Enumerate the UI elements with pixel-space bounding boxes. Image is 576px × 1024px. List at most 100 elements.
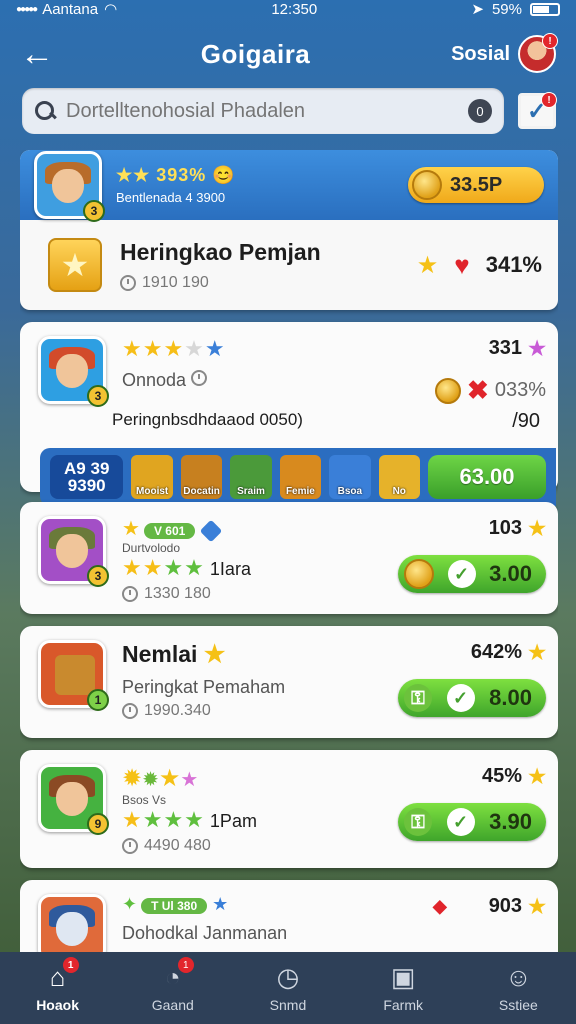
- avatar[interactable]: !: [518, 33, 558, 73]
- check-icon: ✓: [447, 560, 476, 588]
- list-item[interactable]: 9 ✹✹★★ Bsos Vs ★★★★ 1Pam 4490 480 45% ★ ⚿…: [20, 750, 558, 868]
- coin-icon: [404, 559, 434, 589]
- app-header: ← Goigaira Sosial !: [0, 24, 576, 84]
- nav-label: Gaand: [151, 997, 194, 1013]
- top-card[interactable]: 3 ★★ 393% 😊 Bentlenada 4 3900 33.5P ★ He…: [20, 150, 558, 310]
- key-icon: ⚿: [404, 684, 432, 712]
- claim-button[interactable]: ⚿ ✓ 8.00: [398, 679, 546, 717]
- gift-icon: ▣: [390, 961, 416, 992]
- clock-label: 12:350: [271, 0, 318, 18]
- score-label: 642% ★: [470, 641, 546, 664]
- row-meta: 1910 190: [120, 274, 321, 292]
- list-item[interactable]: 1 Nemlai ★ Peringkat Pemaham 1990.340 64…: [20, 626, 558, 738]
- battery-icon: [530, 2, 560, 16]
- claim-button[interactable]: ✓ 3.00: [398, 555, 546, 593]
- row-percent: 341%: [485, 252, 542, 277]
- score-label: ◆ 903 ★: [432, 895, 546, 918]
- row-meta: 4490 480: [122, 837, 382, 855]
- status-left: ●●●●● Aantana ◠: [16, 0, 117, 19]
- rating-stars: ★★★★★: [122, 336, 226, 361]
- strip-label: Peringnbsdhdaaod 0050): [112, 410, 303, 429]
- gem-icon: [199, 519, 223, 543]
- search-input[interactable]: [66, 99, 458, 123]
- card-tag: V 601: [143, 523, 196, 540]
- search-box[interactable]: 0: [22, 88, 504, 134]
- heart-icon[interactable]: ♥: [454, 250, 469, 281]
- top-row-text: Heringkao Pemjan 1910 190: [120, 239, 321, 292]
- buy-button[interactable]: 63.00: [428, 455, 546, 499]
- card-right: 45% ★ ⚿ ✓ 3.90: [398, 764, 546, 855]
- strip-badge: A9 39 9390: [50, 455, 124, 499]
- close-icon[interactable]: ✖: [467, 375, 489, 406]
- item-gold-icon[interactable]: Mooist: [131, 455, 173, 499]
- row-title: Heringkao Pemjan: [120, 238, 321, 265]
- card-text: ★ V 601 Durtvolodo ★★★★ 1Iara 1330 180: [122, 516, 382, 603]
- stars-label: 1Iara: [209, 559, 251, 579]
- level-badge: 9: [87, 813, 109, 835]
- page-title: Goigaira: [200, 38, 311, 69]
- coin-balance[interactable]: 33.5P: [408, 167, 544, 203]
- score-label: 103 ★: [488, 517, 546, 540]
- player-portrait: 3: [38, 336, 109, 407]
- item-coins-icon[interactable]: No: [378, 455, 420, 499]
- level-badge: 3: [87, 385, 109, 407]
- item-dice-icon[interactable]: Bsoa: [329, 455, 371, 499]
- nav-compass[interactable]: ◷ Snmd: [233, 961, 343, 1014]
- item-barrel-icon[interactable]: Femie: [279, 455, 322, 499]
- back-button[interactable]: ←: [20, 35, 60, 74]
- card-subtitle: Onnoda: [122, 370, 419, 391]
- claim-button[interactable]: ⚿ ✓ 3.90: [398, 803, 546, 841]
- info-icon[interactable]: 0: [468, 99, 492, 123]
- card-tag: T Ul 380: [141, 898, 208, 915]
- top-row: ★ Heringkao Pemjan 1910 190 ★ ♥ 341%: [20, 220, 558, 310]
- score-label: 45% ★: [482, 765, 546, 788]
- rating-stars: ★★★★ 1Pam: [122, 807, 257, 832]
- nav-badge: 1: [62, 957, 79, 973]
- social-label: Sosial: [451, 42, 510, 65]
- nav-profile[interactable]: ☺ Sstiee: [463, 962, 573, 1014]
- compass-icon: ◷: [276, 961, 300, 992]
- item-bread-icon[interactable]: Docatin: [180, 455, 223, 499]
- rating-stars: ★★★★ 1Iara: [122, 555, 251, 580]
- nav-label: Farmk: [383, 997, 423, 1013]
- card-inner: 3 ★ V 601 Durtvolodo ★★★★ 1Iara 1330 180 …: [20, 502, 558, 603]
- card-inner: ✦ T Ul 380 ★ Dohodkal Janmanan ◆ 903 ★: [20, 880, 558, 960]
- nav-gift[interactable]: ▣ Farmk: [348, 961, 458, 1014]
- coin-icon: [412, 170, 442, 200]
- clock-icon: [120, 274, 136, 291]
- card-text: Nemlai ★ Peringkat Pemaham 1990.340: [122, 640, 382, 720]
- status-right: ➤ 59%: [471, 0, 560, 18]
- card-inner: 3 ★★★★★ Onnoda 331 ★ ✖ 033%: [20, 322, 558, 407]
- carrier-label: Aantana: [42, 0, 99, 18]
- player-portrait: 3: [38, 516, 109, 587]
- star-badge-icon: ★: [48, 238, 102, 292]
- strip-header: Peringnbsdhdaaod 0050) /90: [20, 406, 558, 433]
- reward-icons: ✹✹★★: [122, 765, 199, 792]
- list-item[interactable]: ✦ T Ul 380 ★ Dohodkal Janmanan ◆ 903 ★: [20, 880, 558, 960]
- top-stars: ★★ 393% 😊: [116, 165, 236, 185]
- card-text: ★★★★★ Onnoda: [122, 336, 419, 406]
- top-band: 3 ★★ 393% 😊 Bentlenada 4 3900 33.5P: [20, 150, 558, 222]
- checklist-icon[interactable]: ✓ !: [518, 92, 557, 129]
- coin-value: 33.5P: [450, 173, 503, 196]
- filter-badge: !: [541, 92, 557, 108]
- clock-icon: [191, 370, 208, 386]
- level-badge: 3: [87, 565, 109, 587]
- claim-value: 3.00: [489, 561, 532, 586]
- item-strip: A9 39 9390 Mooist Docatin Sraim Femie Bs…: [40, 448, 556, 506]
- nav-home[interactable]: ⌂ 1 Hoaok: [3, 957, 113, 1013]
- key-icon: ⚿: [404, 808, 432, 836]
- card-sub: Bsos Vs: [122, 793, 167, 807]
- item-chest-icon[interactable]: Sraim: [230, 455, 272, 499]
- gem-red-icon: ◆: [432, 896, 447, 916]
- score-row: ✖ 033%: [435, 375, 546, 406]
- clock-icon: [122, 838, 138, 854]
- check-icon: ✓: [446, 684, 475, 712]
- search-row: 0 ✓ !: [22, 86, 557, 136]
- card-right: 331 ★ ✖ 033%: [435, 336, 546, 406]
- card-sub: Durtvolodo: [122, 541, 181, 555]
- player-portrait: [38, 894, 106, 960]
- social-button[interactable]: Sosial !: [451, 33, 558, 73]
- nav-chat[interactable]: ◔ 1 Gaand: [118, 957, 228, 1013]
- list-item[interactable]: 3 ★ V 601 Durtvolodo ★★★★ 1Iara 1330 180 …: [20, 502, 558, 614]
